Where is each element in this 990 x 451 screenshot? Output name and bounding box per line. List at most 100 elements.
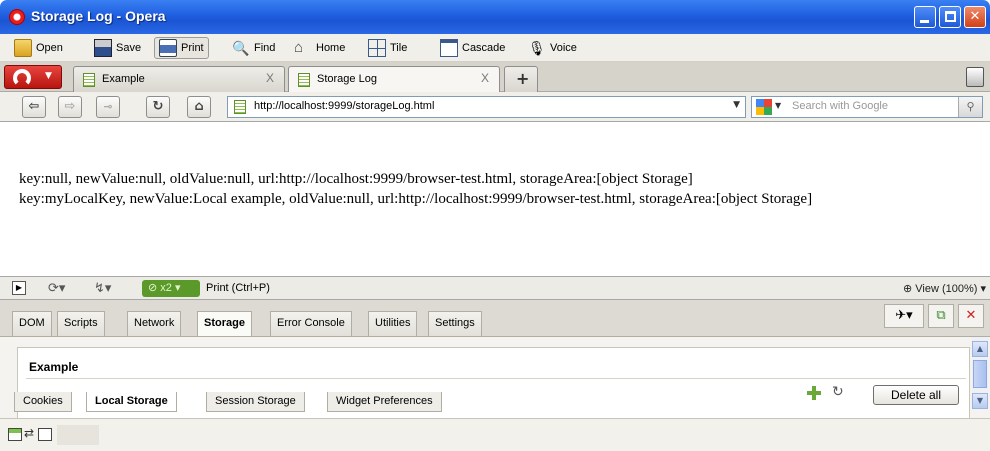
log-line: key:null, newValue:null, oldValue:null, … bbox=[19, 171, 693, 187]
search-input[interactable]: ▼ Search with Google ⚲ bbox=[751, 96, 983, 118]
rewind-button[interactable]: ⊸ bbox=[96, 96, 120, 118]
save-label: Save bbox=[116, 42, 142, 54]
command-line-area[interactable] bbox=[57, 425, 99, 445]
devtools-tab-bar: DOM Scripts Network Storage Error Consol… bbox=[0, 300, 990, 337]
tab-close-icon[interactable]: X bbox=[266, 71, 274, 85]
search-icon[interactable]: ⚲ bbox=[958, 97, 982, 117]
maximize-icon bbox=[945, 11, 956, 22]
page-content: key:null, newValue:null, oldValue:null, … bbox=[0, 123, 990, 275]
subtab-local-storage[interactable]: Local Storage bbox=[86, 392, 177, 412]
home-nav-button[interactable]: ⌂ bbox=[187, 96, 211, 118]
plus-icon: + bbox=[516, 69, 530, 88]
back-button[interactable]: ⇦ bbox=[22, 96, 46, 118]
log-line: key:myLocalKey, newValue:Local example, … bbox=[19, 191, 813, 207]
folder-icon bbox=[14, 39, 32, 57]
url-text: http://localhost:9999/storageLog.html bbox=[254, 100, 435, 112]
minimize-button[interactable] bbox=[914, 6, 936, 28]
zoom-control[interactable]: ⊕ View (100%) ▾ bbox=[903, 282, 986, 295]
cascade-icon bbox=[440, 39, 458, 57]
tab-example[interactable]: Example X bbox=[73, 66, 285, 92]
tile-label: Tile bbox=[390, 42, 408, 54]
search-placeholder: Search with Google bbox=[792, 100, 888, 112]
home-button[interactable]: ⌂ Home bbox=[290, 37, 349, 59]
tab-storage-log[interactable]: Storage Log X bbox=[288, 66, 500, 93]
tab-label: Storage Log bbox=[317, 73, 377, 85]
status-text: Print (Ctrl+P) bbox=[206, 282, 270, 294]
tile-icon bbox=[368, 39, 386, 57]
new-tab-button[interactable]: + bbox=[504, 66, 538, 92]
devtools-controls: ✈▾ ⧉ ✕ bbox=[884, 304, 984, 328]
minimize-icon bbox=[920, 20, 929, 23]
voice-label: Voice bbox=[550, 42, 577, 54]
status-bar: ▶ ⟳▾ ↯▾ ⊘ x2 ▾ Print (Ctrl+P) ⊕ View (10… bbox=[0, 276, 990, 300]
divider bbox=[26, 378, 966, 379]
sync-icon[interactable]: ⟳▾ bbox=[48, 280, 65, 296]
home-label: Home bbox=[316, 42, 346, 54]
save-button[interactable]: Save bbox=[90, 37, 145, 59]
main-toolbar: Open Save Print 🔍 Find ⌂ Home Tile Casca… bbox=[0, 34, 990, 62]
tile-button[interactable]: Tile bbox=[364, 37, 411, 59]
scroll-thumb[interactable] bbox=[973, 360, 987, 388]
open-label: Open bbox=[36, 42, 63, 54]
tab-scripts[interactable]: Scripts bbox=[57, 311, 105, 336]
find-button[interactable]: 🔍 Find bbox=[228, 37, 279, 59]
close-devtools-icon[interactable]: ✕ bbox=[958, 304, 984, 328]
window-title: Storage Log - Opera bbox=[31, 8, 166, 24]
tab-label: Example bbox=[102, 73, 145, 85]
tab-close-icon[interactable]: X bbox=[481, 71, 489, 85]
address-field[interactable]: http://localhost:9999/storageLog.html ▼ bbox=[227, 96, 746, 118]
print-button[interactable]: Print bbox=[154, 37, 209, 59]
cascade-label: Cascade bbox=[462, 42, 506, 54]
page-icon bbox=[234, 100, 246, 114]
voice-button[interactable]: 🎙 Voice bbox=[524, 37, 581, 59]
trash-icon[interactable] bbox=[966, 67, 984, 87]
printer-icon bbox=[159, 39, 177, 57]
turbo-label: x2 bbox=[160, 282, 172, 294]
inspect-icon[interactable]: ✈▾ bbox=[884, 304, 924, 328]
tab-utilities[interactable]: Utilities bbox=[368, 311, 418, 336]
forward-button[interactable]: ⇨ bbox=[58, 96, 82, 118]
unite-icon[interactable]: ↯▾ bbox=[94, 280, 111, 296]
close-button[interactable]: ✕ bbox=[964, 6, 986, 28]
chevron-down-icon: ▼ bbox=[45, 71, 52, 81]
microphone-icon: 🎙 bbox=[528, 40, 546, 56]
panel-toggle-icon[interactable]: ▶ bbox=[12, 281, 26, 295]
google-icon bbox=[756, 99, 772, 115]
page-icon bbox=[298, 73, 310, 87]
chevron-down-icon[interactable]: ▼ bbox=[733, 100, 740, 110]
chevron-down-icon[interactable]: ▼ bbox=[775, 101, 781, 110]
panel-title: Example bbox=[29, 360, 79, 374]
subtab-session-storage[interactable]: Session Storage bbox=[206, 392, 305, 412]
scroll-up-icon[interactable]: ▲ bbox=[972, 341, 988, 357]
swap-icon[interactable]: ⇄ bbox=[24, 426, 34, 440]
search-window-icon[interactable] bbox=[38, 428, 52, 441]
storage-subtabs: Cookies Local Storage Session Storage Wi… bbox=[0, 392, 990, 418]
turbo-badge[interactable]: ⊘ x2 ▾ bbox=[142, 280, 200, 297]
reload-button[interactable]: ↻ bbox=[146, 96, 170, 118]
window-icon[interactable] bbox=[8, 428, 22, 441]
address-bar: ⇦ ⇨ ⊸ ↻ ⌂ http://localhost:9999/storageL… bbox=[0, 92, 990, 122]
subtab-widget-preferences[interactable]: Widget Preferences bbox=[327, 392, 442, 412]
tab-settings[interactable]: Settings bbox=[428, 311, 482, 336]
home-icon: ⌂ bbox=[294, 39, 304, 56]
zoom-label: View (100%) bbox=[915, 283, 978, 295]
tab-dom[interactable]: DOM bbox=[12, 311, 52, 336]
opera-o-icon bbox=[13, 69, 31, 87]
magnifier-icon: 🔍 bbox=[232, 40, 250, 56]
open-button[interactable]: Open bbox=[10, 37, 67, 59]
opera-logo-icon bbox=[9, 9, 25, 25]
detach-icon[interactable]: ⧉ bbox=[928, 304, 954, 328]
tab-network[interactable]: Network bbox=[127, 311, 182, 336]
tab-bar: ▼ Example X Storage Log X + bbox=[0, 62, 990, 93]
print-label: Print bbox=[181, 42, 204, 54]
floppy-disk-icon bbox=[94, 39, 112, 57]
opera-menu-button[interactable]: ▼ bbox=[4, 65, 62, 89]
page-icon bbox=[83, 73, 95, 87]
tab-storage[interactable]: Storage bbox=[197, 311, 252, 337]
cascade-button[interactable]: Cascade bbox=[436, 37, 509, 59]
close-icon: ✕ bbox=[969, 9, 981, 24]
devtools-bottom-bar: ⇄ bbox=[0, 418, 990, 451]
tab-error-console[interactable]: Error Console bbox=[270, 311, 352, 336]
maximize-button[interactable] bbox=[939, 6, 961, 28]
subtab-cookies[interactable]: Cookies bbox=[14, 392, 72, 412]
